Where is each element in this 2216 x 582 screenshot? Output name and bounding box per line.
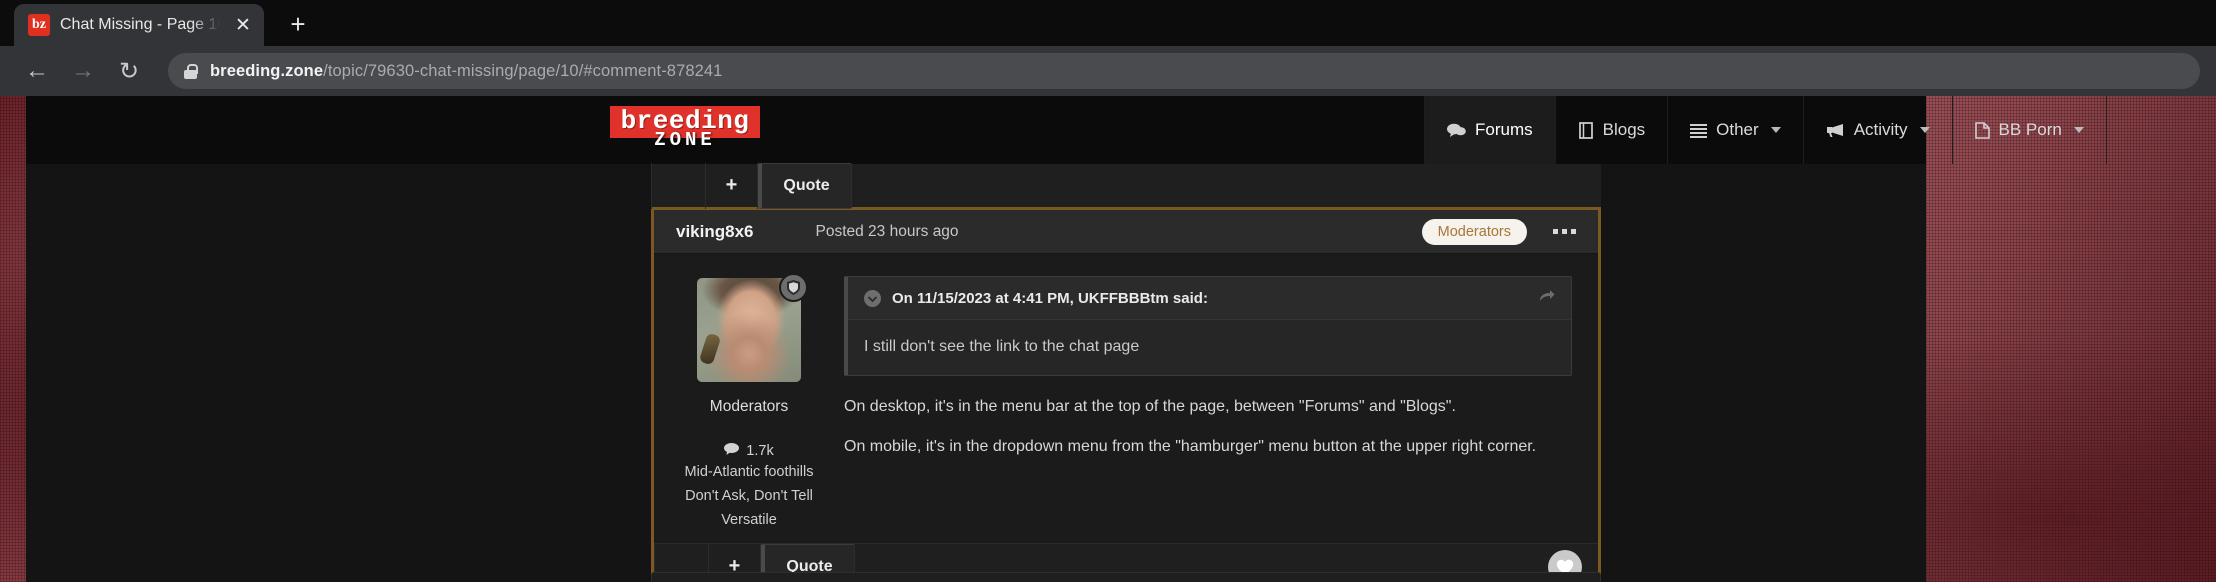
chat-icon: [1447, 123, 1466, 138]
nav-item-bb-porn[interactable]: BB Porn: [1951, 96, 2107, 164]
post-author[interactable]: viking8x6: [676, 222, 754, 242]
quote-text: I still don't see the link to the chat p…: [864, 338, 1140, 355]
browser-tab[interactable]: bz Chat Missing - Page 10 - Tips, Tr ✕: [14, 4, 264, 46]
status-badge: Moderators: [1421, 218, 1527, 245]
close-icon[interactable]: ✕: [230, 12, 256, 38]
url-path: /topic/79630-chat-missing/page/10/#comme…: [323, 61, 723, 80]
url-domain: breeding.zone: [210, 61, 324, 80]
post-menu-button[interactable]: [1553, 229, 1576, 234]
next-post-card: [651, 572, 1601, 582]
tab-strip: bz Chat Missing - Page 10 - Tips, Tr ✕ +: [0, 0, 2216, 46]
nav-item-blogs[interactable]: Blogs: [1554, 96, 1668, 164]
user-role: Moderators: [709, 398, 789, 415]
multiquote-button[interactable]: +: [706, 162, 758, 209]
url-text: breeding.zone/topic/79630-chat-missing/p…: [210, 62, 722, 81]
user-post-count: 1.7k: [664, 443, 834, 459]
quote-attribution: On 11/15/2023 at 4:41 PM, UKFFBBBtm said…: [892, 290, 1208, 307]
nav-label: Activity: [1853, 120, 1908, 139]
site-container: breeding ZONE Forums Blogs Other Activit…: [26, 96, 2107, 582]
favicon: bz: [28, 14, 50, 36]
chevron-down-icon[interactable]: [864, 290, 881, 307]
lock-icon: [184, 63, 198, 79]
chevron-down-icon: [2073, 127, 2084, 133]
nav-item-activity[interactable]: Activity: [1802, 96, 1952, 164]
reply-arrow-icon[interactable]: [1539, 289, 1555, 308]
post-card: viking8x6 Posted 23 hours ago Moderators: [651, 210, 1601, 582]
user-location: Mid-Atlantic foothills: [684, 464, 814, 480]
chevron-down-icon: [1919, 127, 1930, 133]
document-icon: [1974, 121, 1990, 139]
post-count-value: 1.7k: [746, 443, 774, 459]
nav-item-forums[interactable]: Forums: [1424, 96, 1555, 164]
dot: [1553, 229, 1558, 234]
quote-header: On 11/15/2023 at 4:41 PM, UKFFBBBtm said…: [848, 277, 1571, 320]
shield-icon: [779, 273, 808, 302]
book-icon: [1578, 121, 1594, 139]
quote-block: On 11/15/2023 at 4:41 PM, UKFFBBBtm said…: [844, 276, 1572, 376]
new-tab-button[interactable]: +: [278, 4, 318, 44]
comment-icon: [724, 443, 740, 459]
tab-title: Chat Missing - Page 10 - Tips, Tr: [60, 16, 220, 33]
post-date[interactable]: Posted 23 hours ago: [816, 223, 959, 241]
nav-label: Blogs: [1602, 120, 1646, 139]
reload-button[interactable]: ↻: [108, 50, 150, 92]
message-column: On 11/15/2023 at 4:41 PM, UKFFBBBtm said…: [844, 254, 1598, 543]
nav-label: BB Porn: [1998, 120, 2062, 139]
list-icon: [1690, 123, 1708, 138]
chevron-down-icon: [1770, 127, 1781, 133]
page-viewport: breeding ZONE Forums Blogs Other Activit…: [0, 96, 2216, 582]
toolbar-spacer: [651, 162, 706, 209]
site-logo[interactable]: breeding ZONE: [610, 106, 760, 151]
dot: [1562, 229, 1567, 234]
user-info-column: Moderators 1.7k Mid-Atlantic foothills D…: [654, 254, 844, 543]
nav-label: Other: [1716, 120, 1759, 139]
browser-toolbar: ← → ↻ breeding.zone/topic/79630-chat-mis…: [0, 46, 2216, 96]
user-status: Don't Ask, Don't Tell: [685, 488, 813, 505]
nav-item-other[interactable]: Other: [1667, 96, 1803, 164]
forward-button[interactable]: →: [62, 50, 104, 92]
main-content: + Quote viking8x6 Posted 23 hours ago Mo…: [26, 162, 1926, 582]
user-position: Versatile: [721, 512, 777, 529]
previous-post-toolbar: + Quote: [651, 162, 1601, 210]
post-body: Moderators 1.7k Mid-Atlantic foothills D…: [654, 254, 1598, 543]
site-header: breeding ZONE Forums Blogs Other Activit…: [26, 96, 2107, 164]
logo-subtitle: ZONE: [654, 129, 716, 152]
back-button[interactable]: ←: [16, 50, 58, 92]
post-paragraph-2: On mobile, it's in the dropdown menu fro…: [844, 438, 1537, 455]
address-bar[interactable]: breeding.zone/topic/79630-chat-missing/p…: [168, 53, 2200, 89]
megaphone-icon: [1826, 122, 1845, 138]
quote-button[interactable]: Quote: [758, 162, 852, 209]
post-paragraph-1: On desktop, it's in the menu bar at the …: [844, 398, 1456, 415]
nav-label: Forums: [1475, 120, 1533, 139]
browser-window: bz Chat Missing - Page 10 - Tips, Tr ✕ +…: [0, 0, 2216, 582]
dot: [1571, 229, 1576, 234]
post-header: viking8x6 Posted 23 hours ago Moderators: [654, 210, 1598, 254]
main-navigation: Forums Blogs Other Activity BB Porn: [1424, 96, 2107, 164]
avatar-wrapper[interactable]: [697, 273, 808, 382]
